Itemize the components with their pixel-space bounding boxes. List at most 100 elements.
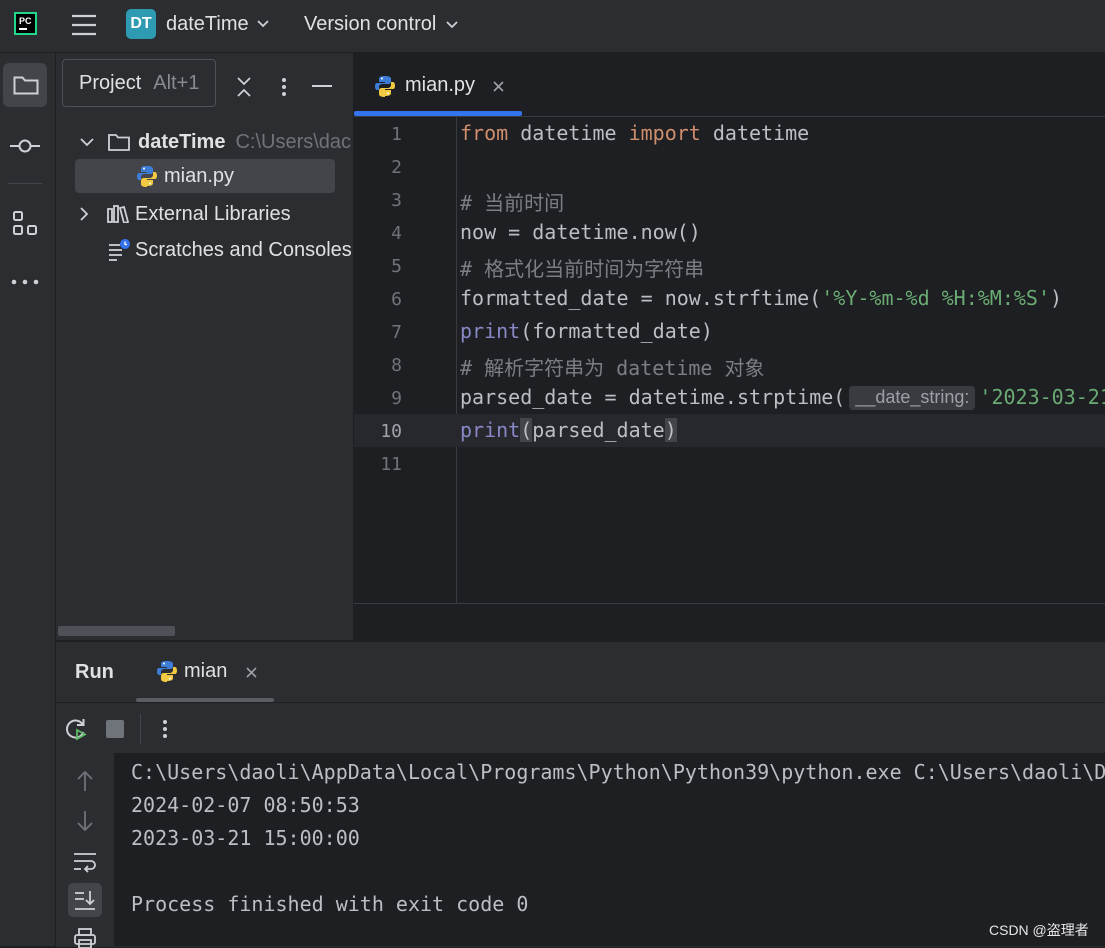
stripe-divider xyxy=(8,183,42,184)
builtin: print xyxy=(460,319,521,343)
commit-icon[interactable] xyxy=(10,136,40,156)
brace-match: ( xyxy=(520,418,533,442)
code-text: datetime xyxy=(508,121,629,145)
code-line-9[interactable]: parsed_date = datetime.strptime(__date_s… xyxy=(460,385,1105,410)
scroll-to-end-icon xyxy=(75,891,95,910)
print-icon[interactable] xyxy=(74,928,96,948)
keyword: import xyxy=(628,121,701,145)
horizontal-scrollbar[interactable] xyxy=(58,626,175,636)
code-line-1[interactable]: from datetime import datetime xyxy=(460,121,809,145)
options-icon[interactable] xyxy=(281,77,287,97)
main-menu-icon[interactable] xyxy=(71,13,97,37)
chevron-right-icon xyxy=(80,207,89,221)
project-tooltip: Project Alt+1 xyxy=(62,59,216,107)
editor-tab-label: mian.py xyxy=(405,74,476,96)
scratches-label: Scratches and Consoles xyxy=(135,238,352,261)
string-literal: '2023-03-21 xyxy=(979,385,1105,409)
line-number: 11 xyxy=(380,454,402,475)
editor-bottom-border xyxy=(354,603,1105,604)
project-tool-button[interactable] xyxy=(3,63,47,107)
run-panel-title: Run xyxy=(75,661,114,683)
line-number: 5 xyxy=(391,256,402,277)
line-number: 2 xyxy=(391,157,402,178)
console-line: Process finished with exit code 0 xyxy=(131,892,529,916)
code-text: datetime xyxy=(700,121,810,145)
chevron-down-icon xyxy=(80,137,94,146)
chevron-down-icon xyxy=(257,20,269,28)
root-name: dateTime xyxy=(138,130,226,153)
line-number: 8 xyxy=(391,355,402,376)
run-toolbar-border xyxy=(56,702,1105,703)
tooltip-shortcut: Alt+1 xyxy=(153,71,200,94)
gutter-separator xyxy=(456,117,457,603)
stop-icon[interactable] xyxy=(106,720,124,738)
folder-icon xyxy=(13,76,39,95)
keyword: from xyxy=(460,121,509,145)
close-icon[interactable] xyxy=(493,81,504,92)
toolbar-separator xyxy=(140,714,141,744)
code-line-8[interactable]: # 解析字符串为 datetime 对象 xyxy=(460,352,765,381)
string-literal: '%Y-%m-%d %H:%M:%S' xyxy=(821,286,1051,310)
scroll-up-icon[interactable] xyxy=(76,770,94,792)
project-name: dateTime xyxy=(166,12,249,35)
tree-file-mian[interactable]: mian.py xyxy=(136,159,234,193)
structure-icon[interactable] xyxy=(12,210,38,236)
chevron-down-icon xyxy=(446,20,458,29)
python-file-icon xyxy=(137,166,157,187)
tooltip-label: Project xyxy=(79,71,142,94)
line-number: 7 xyxy=(391,322,402,343)
active-tab-indicator xyxy=(354,111,522,116)
scratches-icon xyxy=(109,239,130,261)
code-text: parsed_date = datetime.strptime( xyxy=(460,385,846,409)
line-number: 6 xyxy=(391,289,402,310)
vcs-widget[interactable]: Version control xyxy=(304,13,458,36)
line-number: 10 xyxy=(380,421,402,442)
scroll-down-icon[interactable] xyxy=(76,810,94,832)
line-number: 4 xyxy=(391,223,402,244)
code-text: (formatted_date) xyxy=(520,319,713,343)
folder-icon xyxy=(108,134,130,151)
project-panel: Project Alt+1 dateTime C:\Users\dac mian… xyxy=(56,53,353,640)
builtin: print xyxy=(460,418,521,442)
file-name: mian.py xyxy=(164,164,235,187)
soft-wrap-icon[interactable] xyxy=(73,851,97,873)
code-line-10[interactable]: print(parsed_date) xyxy=(460,418,677,442)
console-line: 2023-03-21 15:00:00 xyxy=(131,826,360,850)
tree-scratches[interactable]: Scratches and Consoles xyxy=(108,233,352,267)
code-text: parsed_date xyxy=(532,418,665,442)
project-badge: DT xyxy=(126,9,156,39)
python-run-icon xyxy=(157,661,177,682)
close-icon[interactable] xyxy=(246,667,257,678)
watermark: CSDN @盗理者 xyxy=(989,922,1089,938)
tool-window-stripe xyxy=(0,53,56,946)
code-line-6[interactable]: formatted_date = now.strftime('%Y-%m-%d … xyxy=(460,286,1062,310)
line-number: 9 xyxy=(391,388,402,409)
title-bar: PC DT dateTime Version control xyxy=(0,0,1105,53)
pycharm-logo-icon[interactable]: PC xyxy=(14,12,37,35)
code-line-3[interactable]: # 当前时间 xyxy=(460,187,564,216)
line-number: 1 xyxy=(391,124,402,145)
code-line-5[interactable]: # 格式化当前时间为字符串 xyxy=(460,253,704,282)
hide-panel-icon[interactable] xyxy=(312,85,332,87)
console-line: 2024-02-07 08:50:53 xyxy=(131,793,360,817)
library-icon xyxy=(107,205,129,223)
console-line: C:\Users\daoli\AppData\Local\Programs\Py… xyxy=(131,760,1105,784)
tree-root[interactable]: dateTime C:\Users\dac xyxy=(80,125,351,159)
external-libraries-label: External Libraries xyxy=(135,202,291,225)
code-line-7[interactable]: print(formatted_date) xyxy=(460,319,713,343)
tree-external-libraries[interactable]: External Libraries xyxy=(80,197,291,231)
project-widget[interactable]: DT dateTime xyxy=(126,9,269,39)
collapse-all-icon[interactable] xyxy=(236,76,252,98)
more-options-icon[interactable] xyxy=(162,719,168,739)
code-line-4[interactable]: now = datetime.now() xyxy=(460,220,701,244)
rerun-icon[interactable] xyxy=(64,717,88,741)
root-path: C:\Users\dac xyxy=(235,130,352,153)
line-number: 3 xyxy=(391,190,402,211)
editor-tab-mian[interactable]: mian.py xyxy=(354,53,522,116)
scroll-to-end-button[interactable] xyxy=(68,883,102,917)
parameter-hint: __date_string: xyxy=(849,386,976,410)
run-tab-mian[interactable]: mian xyxy=(136,642,274,702)
brace-match: ) xyxy=(664,418,677,442)
more-tools-icon[interactable] xyxy=(11,279,39,285)
editor-tab-bar: mian.py xyxy=(354,53,1105,117)
